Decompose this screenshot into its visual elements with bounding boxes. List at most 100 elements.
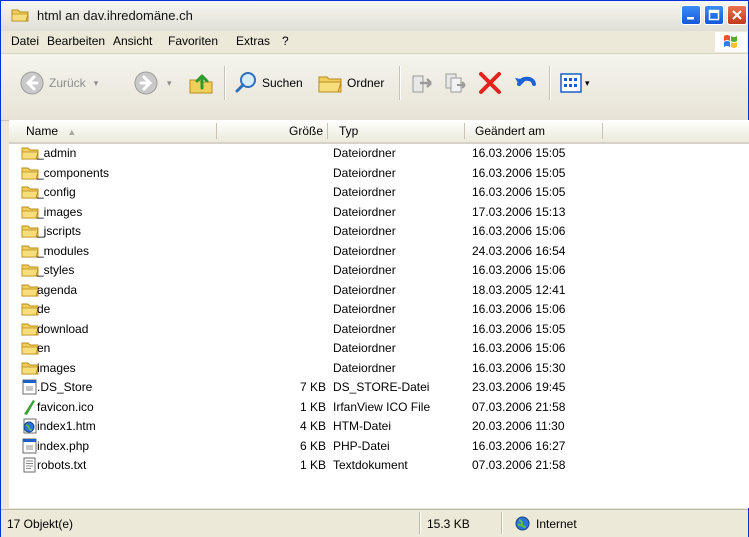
column-divider[interactable] xyxy=(464,123,465,139)
file-row[interactable]: agenda Dateiordner 18.03.2005 12:41 xyxy=(9,281,749,300)
title-bar[interactable]: html an dav.ihredomäne.ch xyxy=(1,1,748,32)
file-modified: 16.03.2006 15:05 xyxy=(472,321,566,336)
windows-logo xyxy=(715,32,747,52)
file-row[interactable]: favicon.ico 1 KB IrfanView ICO File 07.03.2… xyxy=(9,398,749,417)
back-dropdown-icon[interactable]: ▾ xyxy=(94,78,99,89)
file-type: Dateiordner xyxy=(333,282,396,297)
file-row[interactable]: _images Dateiordner 17.03.2006 15:13 xyxy=(9,203,749,222)
column-type[interactable]: Typ xyxy=(339,124,358,138)
file-row[interactable]: de Dateiordner 16.03.2006 15:06 xyxy=(9,300,749,319)
folder-icon xyxy=(11,9,29,22)
folders-icon xyxy=(318,76,342,93)
back-arrow-icon xyxy=(20,71,44,95)
status-object-count: 17 Objekt(e) xyxy=(7,517,74,531)
file-modified: 07.03.2006 21:58 xyxy=(472,399,566,414)
file-type: HTM-Datei xyxy=(333,419,392,433)
forward-arrow-icon xyxy=(134,71,158,95)
status-zone: Internet xyxy=(536,517,577,531)
column-name[interactable]: Name ▲ xyxy=(26,124,76,138)
menu-datei[interactable]: Datei xyxy=(11,34,39,48)
toolbar-separator xyxy=(224,66,226,100)
toolbar-separator xyxy=(399,66,401,100)
file-size: 6 KB xyxy=(299,438,326,453)
delete-button[interactable] xyxy=(477,68,503,98)
file-type: IrfanView ICO File xyxy=(333,399,431,414)
file-size: 4 KB xyxy=(299,419,326,433)
menu-favoriten[interactable]: Favoriten xyxy=(168,34,218,48)
file-row[interactable]: _jscripts Dateiordner 16.03.2006 15:06 xyxy=(9,222,749,241)
copy-to-button[interactable] xyxy=(443,68,469,98)
file-modified: 24.03.2006 16:54 xyxy=(472,243,566,258)
file-name: agenda xyxy=(37,282,78,297)
status-bar: 17 Objekt(e) 15.3 KB Internet xyxy=(1,509,748,537)
status-divider xyxy=(501,512,503,534)
views-dropdown-icon[interactable]: ▾ xyxy=(585,78,590,89)
sort-ascending-icon: ▲ xyxy=(67,127,77,137)
file-type: Dateiordner xyxy=(333,263,396,277)
file-row[interactable]: _components Dateiordner 16.03.2006 15:05 xyxy=(9,164,749,183)
column-size[interactable]: Größe xyxy=(289,124,323,138)
file-modified: 16.03.2006 15:06 xyxy=(472,302,566,316)
file-name: index1.htm xyxy=(37,419,96,433)
file-type: Dateiordner xyxy=(333,243,396,258)
file-type: Textdokument xyxy=(333,458,408,472)
folders-button[interactable]: Ordner xyxy=(317,68,384,98)
views-button[interactable]: ▾ xyxy=(559,68,590,98)
internet-globe-icon xyxy=(515,516,530,531)
move-to-button[interactable] xyxy=(409,68,435,98)
file-modified: 17.03.2006 15:13 xyxy=(472,204,566,219)
file-type: Dateiordner xyxy=(333,146,396,160)
file-row[interactable]: images Dateiordner 16.03.2006 15:30 xyxy=(9,359,749,378)
maximize-icon xyxy=(708,9,720,21)
up-folder-button[interactable] xyxy=(187,68,215,98)
minimize-button[interactable] xyxy=(681,5,701,25)
column-modified[interactable]: Geändert am xyxy=(475,124,545,138)
menu-bearbeiten[interactable]: Bearbeiten xyxy=(47,34,105,48)
move-to-icon xyxy=(412,75,432,93)
file-modified: 16.03.2006 15:06 xyxy=(472,224,566,238)
file-modified: 20.03.2006 11:30 xyxy=(472,419,565,433)
file-type: Dateiordner xyxy=(333,165,396,180)
back-button[interactable]: Zurück ▾ xyxy=(19,68,98,98)
file-name: en xyxy=(37,341,51,355)
file-list: Name ▲ Größe Typ Geändert am _admin Datei… xyxy=(9,120,749,508)
file-row[interactable]: robots.txt 1 KB Textdokument 07.03.2006 21:… xyxy=(9,456,749,475)
maximize-button[interactable] xyxy=(704,5,724,25)
forward-button[interactable]: ▾ xyxy=(133,68,172,98)
forward-dropdown-icon[interactable]: ▾ xyxy=(167,78,172,89)
menu-help[interactable]: ? xyxy=(282,34,289,48)
file-row[interactable]: _admin Dateiordner 16.03.2006 15:05 xyxy=(9,144,749,163)
file-type: Dateiordner xyxy=(333,341,396,355)
column-divider[interactable] xyxy=(327,123,328,139)
file-row[interactable]: _modules Dateiordner 24.03.2006 16:54 xyxy=(9,242,749,261)
file-name: _jscripts xyxy=(37,224,82,238)
search-icon xyxy=(235,72,256,93)
column-divider[interactable] xyxy=(602,123,603,139)
file-size: 1 KB xyxy=(299,399,326,414)
file-modified: 16.03.2006 16:27 xyxy=(472,438,566,453)
file-type: DS_STORE-Datei xyxy=(333,380,430,394)
undo-button[interactable] xyxy=(513,68,539,98)
file-size: 7 KB xyxy=(299,380,326,394)
windows-flag-icon xyxy=(724,35,737,48)
file-row[interactable]: .DS_Store 7 KB DS_STORE-Datei 23.03.2006 19… xyxy=(9,378,749,397)
close-button[interactable] xyxy=(727,5,747,25)
search-button[interactable]: Suchen xyxy=(234,68,303,98)
folders-label: Ordner xyxy=(347,76,385,90)
menu-extras[interactable]: Extras xyxy=(236,34,270,48)
file-type: Dateiordner xyxy=(333,360,396,375)
up-folder-icon xyxy=(189,74,213,94)
file-modified: 16.03.2006 15:05 xyxy=(472,165,566,180)
file-type: Dateiordner xyxy=(333,185,396,199)
file-row[interactable]: index1.htm 4 KB HTM-Datei 20.03.2006 11:30 xyxy=(9,417,749,436)
file-row[interactable]: _styles Dateiordner 16.03.2006 15:06 xyxy=(9,261,749,280)
file-modified: 07.03.2006 21:58 xyxy=(472,458,566,472)
file-name: _components xyxy=(37,165,110,180)
file-row[interactable]: _config Dateiordner 16.03.2006 15:05 xyxy=(9,183,749,202)
file-row[interactable]: index.php 6 KB PHP-Datei 16.03.2006 16:27 xyxy=(9,437,749,456)
file-row[interactable]: download Dateiordner 16.03.2006 15:05 xyxy=(9,320,749,339)
file-row[interactable]: en Dateiordner 16.03.2006 15:06 xyxy=(9,339,749,358)
column-divider[interactable] xyxy=(216,123,217,139)
delete-icon xyxy=(479,72,501,94)
menu-ansicht[interactable]: Ansicht xyxy=(113,34,152,48)
